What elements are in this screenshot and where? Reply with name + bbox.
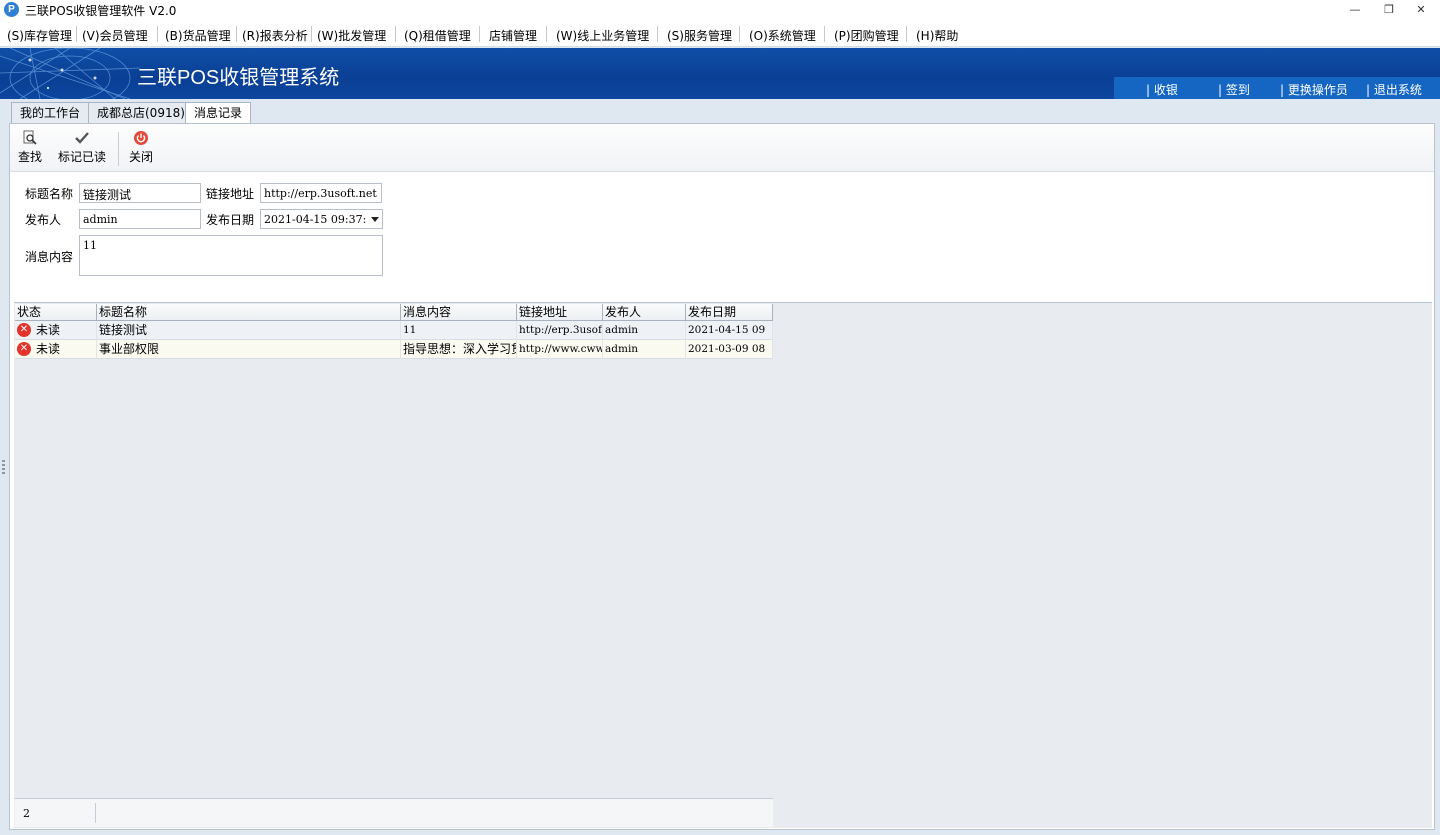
tab-my-workbench[interactable]: 我的工作台 [11,102,90,123]
search-icon [23,130,37,145]
grid-footer: 2 [15,798,773,827]
column-date[interactable]: 发布日期 [686,304,773,321]
header-banner: 三联POS收银管理系统 | 收银 | 签到 | 更换操作员 | 退出系统 [0,48,1440,99]
menu-inventory[interactable]: (S)库存管理 [7,27,72,44]
publisher-cell: admin [603,340,686,359]
menu-system[interactable]: (O)系统管理 [749,27,816,44]
column-status[interactable]: 状态 [15,304,97,321]
menu-stores[interactable]: 店铺管理 [489,27,537,44]
menu-online-business[interactable]: (W)线上业务管理 [556,27,649,44]
date-cell: 2021-03-09 08 [686,340,773,359]
menu-rental[interactable]: (Q)租借管理 [404,27,471,44]
date-label: 发布日期 [206,213,255,227]
content-cell: 指导思想：深入学习贯彻 [401,340,517,359]
messages-grid: 状态 标题名称 消息内容 链接地址 发布人 发布日期 ✕ 未读 链接测试 11 h… [14,302,1432,828]
link-cell: http://erp.3usoft.net [517,321,603,340]
publisher-field[interactable]: admin [79,209,201,229]
change-operator-link[interactable]: | 更换操作员 [1280,81,1348,98]
link-field[interactable]: http://erp.3usoft.net [260,183,382,203]
checkmark-icon [75,132,89,144]
menu-help[interactable]: (H)帮助 [916,27,958,44]
content-cell: 11 [401,321,517,340]
title-field[interactable]: 链接测试 [79,183,201,203]
content-label: 消息内容 [25,250,74,264]
title-cell: 链接测试 [97,321,401,340]
status-cell: ✕ 未读 [15,340,97,359]
record-count: 2 [23,807,30,820]
table-header: 状态 标题名称 消息内容 链接地址 发布人 发布日期 [15,304,773,321]
restore-button[interactable]: ❐ [1374,1,1404,19]
mark-read-label: 标记已读 [58,150,107,164]
window-title: 三联POS收银管理软件 V2.0 [25,4,177,18]
content-field[interactable]: 11 [79,235,383,276]
menu-services[interactable]: (S)服务管理 [667,27,732,44]
mark-read-button[interactable]: 标记已读 [58,130,106,165]
publisher-label: 发布人 [25,213,62,227]
menu-wholesale[interactable]: (W)批发管理 [317,27,386,44]
unread-icon: ✕ [17,322,31,337]
title-cell: 事业部权限 [97,340,401,359]
menu-reports[interactable]: (R)报表分析 [242,27,308,44]
title-label: 标题名称 [25,187,74,201]
publisher-cell: admin [603,321,686,340]
sign-in-link[interactable]: | 签到 [1218,81,1250,98]
system-title: 三联POS收银管理系统 [137,67,340,89]
link-cell: http://www.cww.net [517,340,603,359]
menu-goods[interactable]: (B)货品管理 [165,27,231,44]
tab-strip: 我的工作台 成都总店(0918) 消息记录 [0,99,1440,124]
app-logo-icon: P [4,2,19,17]
globe-graphic-icon [0,48,140,99]
find-button[interactable]: 查找 [18,130,42,165]
column-link[interactable]: 链接地址 [517,304,603,321]
minimize-button[interactable]: — [1340,1,1370,19]
status-text: 未读 [36,323,61,337]
date-value: 2021-04-15 09:37: [264,213,367,226]
close-window-button[interactable]: ✕ [1406,1,1436,19]
tab-chengdu-store[interactable]: 成都总店(0918) [88,102,194,123]
close-label: 关闭 [129,150,154,164]
link-label: 链接地址 [206,187,255,201]
find-label: 查找 [18,150,43,164]
menu-group-buy[interactable]: (P)团购管理 [834,27,899,44]
menu-members[interactable]: (V)会员管理 [82,27,148,44]
column-publisher[interactable]: 发布人 [603,304,686,321]
unread-icon: ✕ [17,341,31,356]
message-records-panel: 查找 标记已读 关闭 标题名称 链接测试 链接地址 http://erp.3us… [9,123,1435,830]
column-content[interactable]: 消息内容 [401,304,517,321]
table-row[interactable]: ✕未读 链接测试 11 http://erp.3usoft.net admin … [15,321,773,340]
column-title[interactable]: 标题名称 [97,304,401,321]
menu-bar: (S)库存管理 (V)会员管理 (B)货品管理 (R)报表分析 (W)批发管理 … [0,21,1440,47]
left-splitter-handle[interactable] [2,460,5,474]
cashier-link[interactable]: | 收银 [1146,81,1178,98]
toolbar: 查找 标记已读 关闭 [10,124,1434,172]
status-cell: ✕ 未读 [15,321,97,340]
table-row[interactable]: ✕ 未读 事业部权限 指导思想：深入学习贯彻 http://www.cww.net… [15,340,773,359]
chevron-down-icon[interactable] [371,217,379,222]
tab-message-records[interactable]: 消息记录 [185,102,252,124]
status-text: 未读 [36,342,61,356]
power-icon [134,131,148,145]
close-tab-button[interactable]: 关闭 [129,130,153,165]
banner-actions: | 收银 | 签到 | 更换操作员 | 退出系统 [1114,77,1440,99]
title-bar: P 三联POS收银管理软件 V2.0 — ❐ ✕ [0,0,1440,21]
date-cell: 2021-04-15 09 [686,321,773,340]
exit-system-link[interactable]: | 退出系统 [1366,81,1422,98]
date-picker[interactable]: 2021-04-15 09:37: [260,209,383,229]
